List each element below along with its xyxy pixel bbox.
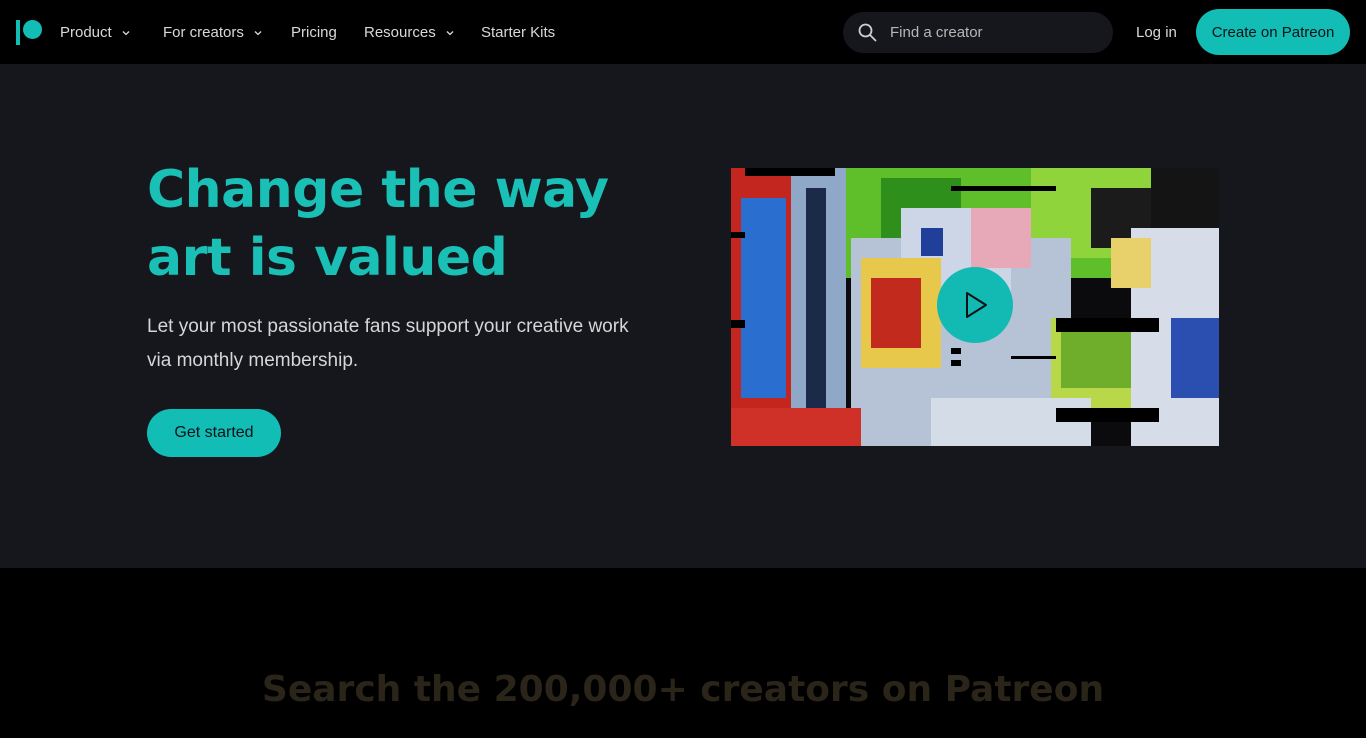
- hero-section: Change the way art is valued Let your mo…: [0, 64, 1366, 568]
- hero-video[interactable]: [731, 168, 1219, 446]
- nav-for-creators[interactable]: For creators: [163, 23, 262, 43]
- nav-resources-label: Resources: [364, 24, 436, 41]
- patreon-logo-icon[interactable]: [16, 20, 42, 45]
- login-link[interactable]: Log in: [1136, 23, 1177, 43]
- nav-starter-kits-label: Starter Kits: [481, 24, 556, 41]
- nav-pricing-label: Pricing: [291, 24, 337, 41]
- top-navbar: Product For creators Pricing Resources S…: [0, 0, 1366, 64]
- get-started-button[interactable]: Get started: [147, 409, 281, 457]
- chevron-down-icon: [122, 31, 130, 36]
- creator-search-section: Search the 200,000+ creators on Patreon: [0, 568, 1366, 738]
- hero-title: Change the way art is valued: [147, 160, 609, 288]
- hero-subtitle: Let your most passionate fans support yo…: [147, 316, 629, 371]
- play-button[interactable]: [937, 267, 1013, 343]
- chevron-down-icon: [446, 31, 454, 36]
- creator-search: [843, 12, 1113, 53]
- nav-for-creators-label: For creators: [163, 24, 244, 41]
- nav-starter-kits[interactable]: Starter Kits: [481, 23, 555, 43]
- nav-pricing[interactable]: Pricing: [291, 23, 337, 43]
- nav-resources[interactable]: Resources: [364, 23, 454, 43]
- create-on-patreon-button[interactable]: Create on Patreon: [1196, 9, 1350, 55]
- play-icon: [966, 292, 987, 318]
- nav-product-label: Product: [60, 24, 112, 41]
- search-section-heading: Search the 200,000+ creators on Patreon: [261, 669, 1105, 710]
- chevron-down-icon: [254, 31, 262, 36]
- nav-product[interactable]: Product: [60, 23, 130, 43]
- search-icon: [858, 23, 877, 42]
- search-input[interactable]: [890, 12, 1100, 53]
